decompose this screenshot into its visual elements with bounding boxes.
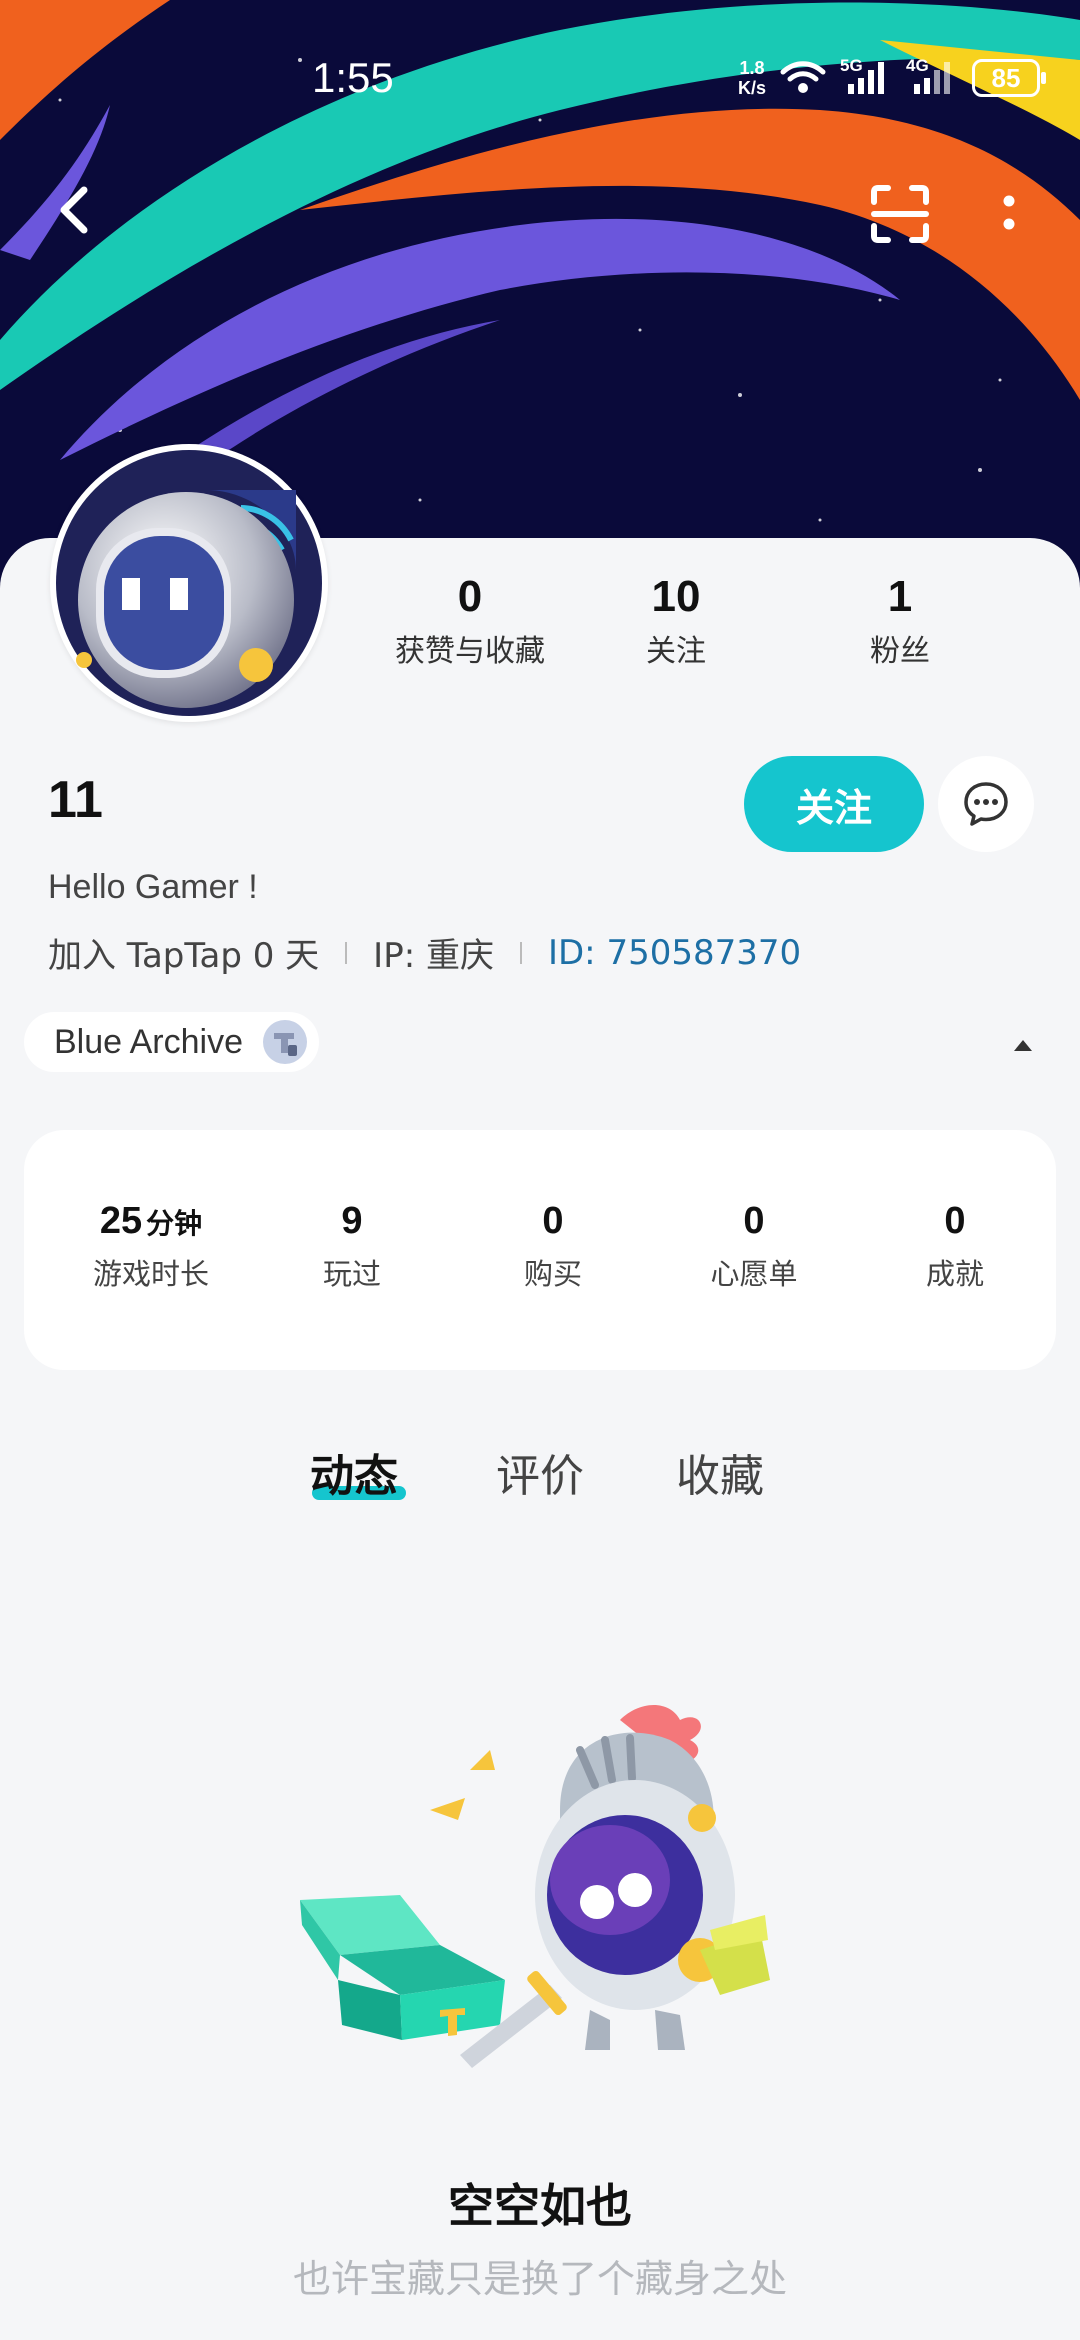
more-vertical-icon bbox=[1003, 195, 1015, 230]
joined-days: 加入 TapTap 0 天 bbox=[48, 936, 320, 976]
gstat-playtime-label: 游戏时长 bbox=[92, 1257, 209, 1291]
gstat-playtime[interactable]: 25 分钟 游戏时长 bbox=[51, 1200, 251, 1293]
status-time: 1:55 bbox=[312, 54, 394, 101]
user-id[interactable]: ID: 750587370 bbox=[548, 933, 801, 973]
game-chip[interactable]: Blue Archive bbox=[24, 1012, 319, 1072]
gstat-achievements-value: 0 bbox=[944, 1200, 966, 1242]
gstat-purchased-value: 0 bbox=[542, 1200, 564, 1242]
chevron-left-icon bbox=[60, 186, 88, 234]
gstat-played-value: 9 bbox=[341, 1200, 363, 1242]
battery-indicator: 85 bbox=[972, 59, 1046, 97]
tab-feed[interactable]: 动态 bbox=[310, 1440, 398, 1504]
stat-following-label: 关注 bbox=[646, 634, 706, 669]
status-icons: 1.8 K/s 5G 4G 85 bbox=[738, 56, 1046, 98]
tab-reviews[interactable]: 评价 bbox=[496, 1440, 584, 1504]
follow-button[interactable]: 关注 bbox=[744, 756, 924, 852]
stat-followers[interactable]: 1 粉丝 bbox=[820, 572, 980, 670]
gstat-played[interactable]: 9 玩过 bbox=[252, 1200, 452, 1293]
network-speed-value: 1.8 bbox=[739, 58, 765, 78]
signal-5g-icon: 5G bbox=[840, 56, 892, 96]
chat-bubble-icon bbox=[964, 782, 1008, 826]
gstat-purchased-label: 购买 bbox=[523, 1257, 582, 1291]
gstat-played-label: 玩过 bbox=[322, 1257, 381, 1291]
gstat-wishlist-label: 心愿单 bbox=[710, 1257, 798, 1291]
game-stats-card: 25 分钟 游戏时长 9 玩过 0 购买 0 心愿单 0 成就 bbox=[24, 1130, 1056, 1370]
network-speed-unit: K/s bbox=[737, 78, 766, 98]
collapse-caret-icon[interactable] bbox=[1014, 1040, 1032, 1051]
profile-meta: 加入 TapTap 0 天 IP: 重庆 ID: 750587370 bbox=[48, 928, 801, 977]
stat-followers-value: 1 bbox=[887, 572, 913, 621]
divider bbox=[519, 941, 522, 964]
tap-badge-icon bbox=[263, 1020, 307, 1064]
scan-button[interactable] bbox=[868, 182, 932, 246]
back-button[interactable] bbox=[46, 180, 106, 240]
gstat-purchased[interactable]: 0 购买 bbox=[453, 1200, 653, 1293]
stat-likes-label: 获赞与收藏 bbox=[395, 634, 545, 669]
gstat-playtime-unit: 分钟 bbox=[146, 1208, 203, 1239]
message-button[interactable] bbox=[938, 756, 1034, 852]
empty-state-title: 空空如也 bbox=[448, 2179, 632, 2233]
more-button[interactable] bbox=[994, 186, 1024, 246]
avatar-image bbox=[56, 450, 322, 716]
scan-icon bbox=[871, 185, 929, 243]
gstat-achievements[interactable]: 0 成就 bbox=[855, 1200, 1055, 1293]
gstat-wishlist[interactable]: 0 心愿单 bbox=[654, 1200, 854, 1293]
stat-following[interactable]: 10 关注 bbox=[596, 572, 756, 670]
gstat-playtime-number: 25 bbox=[99, 1200, 143, 1242]
gstat-playtime-value: 25 分钟 bbox=[51, 1200, 251, 1243]
game-chip-name: Blue Archive bbox=[54, 1022, 243, 1061]
stat-likes[interactable]: 0 获赞与收藏 bbox=[380, 572, 560, 670]
tab-favorites[interactable]: 收藏 bbox=[676, 1440, 764, 1504]
divider bbox=[345, 941, 348, 964]
status-bar: 1:55 1.8 K/s 5G 4G 85 bbox=[0, 0, 1080, 150]
username: 11 bbox=[48, 771, 103, 829]
signal-4g-icon: 4G bbox=[906, 56, 958, 96]
stat-following-value: 10 bbox=[651, 572, 701, 621]
empty-state-subtitle: 也许宝藏只是换了个藏身之处 bbox=[292, 2257, 787, 2301]
gstat-wishlist-value: 0 bbox=[743, 1200, 765, 1242]
knight-mascot-icon bbox=[535, 1705, 770, 2050]
content-tabs: 动态 评价 收藏 bbox=[0, 1440, 1080, 1520]
stat-followers-label: 粉丝 bbox=[870, 634, 930, 669]
gstat-achievements-label: 成就 bbox=[925, 1257, 984, 1291]
empty-state-illustration bbox=[300, 1705, 770, 2068]
ip-location: IP: 重庆 bbox=[373, 936, 494, 976]
wifi-icon bbox=[780, 61, 826, 93]
treasure-chest-icon bbox=[300, 1895, 505, 2040]
bio-text: Hello Gamer ! bbox=[48, 868, 258, 906]
avatar[interactable] bbox=[50, 444, 328, 722]
network-speed: 1.8 K/s bbox=[738, 58, 766, 98]
stat-likes-value: 0 bbox=[457, 572, 483, 621]
